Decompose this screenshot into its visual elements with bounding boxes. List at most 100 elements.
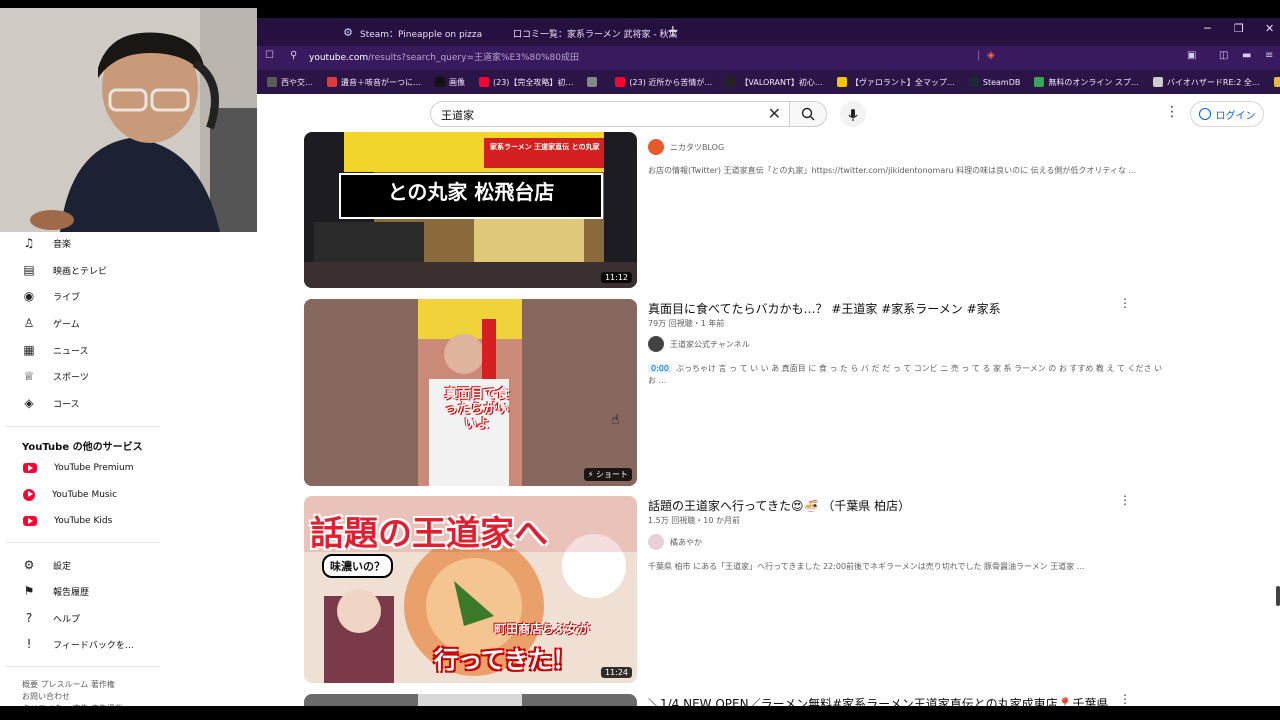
sidebar-item-settings[interactable]: ⚙ 設定 (20, 552, 160, 578)
footer-links[interactable]: 概要 プレスルーム 著作権 (22, 679, 115, 690)
bookmark-item[interactable]: 【ヴァロラント】全マップ… (836, 77, 955, 88)
bookmark-item[interactable]: (23) 近所から苦情が… (615, 77, 712, 88)
sidebar-item-sports[interactable]: ♕ スポーツ (20, 363, 160, 389)
bookmark-favicon-icon (327, 77, 337, 87)
more-actions-icon[interactable]: ⋮ (1119, 692, 1131, 706)
video-meta: 79万 回視聴・1 年前 (648, 319, 725, 328)
sidebar-item-youtube-kids[interactable]: YouTube Kids (20, 508, 160, 534)
mouse-cursor-icon: ☝ (611, 412, 620, 428)
login-button[interactable]: ログイン (1190, 101, 1264, 127)
thumbnail-bubble: 味濃いの？ (322, 554, 393, 578)
webcam-overlay (0, 8, 257, 232)
sidebar-divider (6, 666, 160, 667)
voice-search-button[interactable] (840, 101, 866, 127)
bookmark-item[interactable]: 画像 (435, 77, 465, 88)
sidebar-item-report-history[interactable]: ⚑ 報告履歴 (20, 578, 160, 604)
sidebar-item-live[interactable]: ◉ ライブ (20, 283, 160, 309)
bookmark-favicon-icon (1152, 77, 1163, 87)
bookmark-item[interactable]: SteamDB (968, 77, 1020, 87)
video-description-more: お ... (648, 376, 667, 385)
trophy-icon: ♕ (23, 369, 35, 383)
more-actions-icon[interactable]: ⋮ (1119, 296, 1131, 310)
brave-shield-icon[interactable]: ◈ (987, 50, 995, 61)
new-tab-button[interactable]: + (667, 21, 679, 41)
url-field[interactable]: youtube.com/results?search_query=王道家%E3%… (309, 50, 579, 63)
bookmark-label: 【VALORANT】初心… (740, 77, 823, 87)
scrollbar-thumb[interactable] (1276, 586, 1280, 606)
menu-icon[interactable]: ≡ (1265, 50, 1273, 61)
bookmark-label: 画像 (449, 77, 465, 87)
tab-label: Steam：Pineapple on pizza (360, 29, 483, 40)
feedback-icon: ! (26, 637, 32, 651)
channel-avatar (648, 534, 664, 550)
flag-icon: ⚑ (23, 584, 35, 598)
channel-link[interactable]: 王道家公式チャンネル (648, 336, 750, 352)
shorts-badge: ⚡ ショート (583, 468, 632, 481)
thumbnail-caption-small: 町田商店らぶ女が (494, 622, 591, 636)
thumbnail-shop-night-image (304, 132, 637, 288)
bookmark-label: 無料のオンライン スプ… (1048, 77, 1139, 87)
video-title[interactable]: 真面目に食べてたらバカかも…？ #王道家 #家系ラーメン #家系 (648, 300, 1001, 317)
thumbnail-caption: との丸家 松飛台店 (387, 180, 555, 204)
vpn-icon[interactable]: ▬ (1242, 50, 1251, 61)
sidebar-item-label: 映画とテレビ (53, 266, 108, 277)
minimize-icon[interactable]: ─ (1204, 22, 1211, 35)
video-thumbnail[interactable] (304, 694, 637, 706)
channel-link[interactable]: ニカタツBLOG (648, 139, 724, 155)
video-thumbnail[interactable]: 話題の王道家へ 味濃いの？ 町田商店らぶ女が 行ってきた！ 11:24 (304, 496, 637, 683)
search-input[interactable]: 王道家 ✕ (430, 101, 790, 127)
maximize-icon[interactable]: ❐ (1234, 22, 1244, 35)
sidebar-item-label: 音楽 (53, 239, 72, 250)
thumbnail-caption: 真面目で食ったらがいいよ (444, 387, 510, 432)
footer-links[interactable]: お問い合わせ (22, 691, 70, 702)
sidebar-item-courses[interactable]: ◈ コース (20, 390, 160, 416)
bookmark-label: (23)【完全攻略】初… (493, 77, 574, 87)
video-thumbnail[interactable]: 家系ラーメン 王道家直伝 との丸家 との丸家 松飛台店 11:12 (304, 132, 637, 288)
bookmark-item[interactable]: (23)【完全攻略】初… (479, 77, 573, 88)
sidebar-item-help[interactable]: ? ヘルプ (20, 605, 160, 631)
sidebar-item-music[interactable]: ♫ 音楽 (20, 230, 160, 256)
settings-menu-icon[interactable]: ⋮ (1165, 104, 1179, 120)
bookmark-favicon-icon (726, 77, 737, 87)
youtube-kids-icon (23, 516, 37, 526)
close-icon[interactable]: ✕ (1265, 22, 1274, 35)
chapter-timestamp[interactable]: 0:00 (648, 364, 672, 373)
sidebar-item-label: コース (53, 399, 80, 410)
more-actions-icon[interactable]: ⋮ (1119, 493, 1131, 507)
clear-search-icon[interactable]: ✕ (768, 104, 781, 123)
thumbnail-sign-text: 家系ラーメン 王道家直伝 との丸家 (490, 143, 600, 151)
tab-steam[interactable]: ⚙ Steam：Pineapple on pizza (342, 23, 502, 43)
bookmark-item[interactable]: 遺音＋咳音がーつに… (327, 77, 421, 88)
search-button[interactable] (789, 101, 827, 127)
bookmark-item[interactable]: ツイッチ関連 (1273, 77, 1280, 88)
sidebar-item-youtube-premium[interactable]: YouTube Premium (20, 455, 160, 481)
sidebar-item-movies[interactable]: ▤ 映画とテレビ (20, 257, 160, 283)
sidebar-item-news[interactable]: ▦ ニュース (20, 337, 160, 363)
sidebar-item-youtube-music[interactable]: YouTube Music (20, 482, 160, 508)
bookmark-item[interactable]: 無料のオンライン スプ… (1034, 77, 1139, 88)
url-host: youtube.com (309, 53, 369, 63)
cast-icon[interactable]: ▣ (1187, 50, 1196, 61)
bookmark-label: 【ヴァロラント】全マップ… (850, 77, 955, 87)
channel-link[interactable]: 橘あやか (648, 534, 702, 550)
bookmark-favicon-icon (1034, 77, 1045, 87)
sidebar-item-gaming[interactable]: ♙ ゲーム (20, 310, 160, 336)
site-info-icon[interactable]: ⚲ (290, 50, 297, 61)
sidebar-toggle-icon[interactable]: ◫ (1219, 50, 1228, 61)
bookmark-favicon-icon (587, 77, 598, 87)
movie-icon: ▤ (23, 263, 35, 277)
bookmark-favicon-icon (968, 77, 979, 87)
tab-reviews[interactable]: 口コミ一覧：家系ラーメン 武将家 - 秋葉 (507, 23, 677, 43)
bookmark-icon[interactable]: ☐ (265, 50, 274, 61)
bookmark-item[interactable] (587, 77, 601, 87)
description-text: ぶっちゃけ 言 っ て い い あ 真面目 に 食 っ た ら バ だ だ っ … (675, 364, 1163, 373)
video-duration: 11:24 (600, 667, 632, 678)
microphone-icon (848, 108, 858, 121)
help-icon: ? (25, 611, 33, 625)
sidebar-item-feedback[interactable]: ! フィードバックを… (20, 631, 160, 657)
bookmark-item[interactable]: バイオハザードRE:2 全… (1152, 77, 1260, 88)
video-title[interactable]: 話題の王道家へ行ってきた😍🍜 （千葉県 柏店） (648, 497, 910, 514)
bookmark-item[interactable]: 西や交… (267, 77, 313, 88)
video-thumbnail[interactable]: 真面目で食ったらがいいよ ⚡ ショート (304, 299, 637, 486)
bookmark-item[interactable]: 【VALORANT】初心… (726, 77, 823, 88)
